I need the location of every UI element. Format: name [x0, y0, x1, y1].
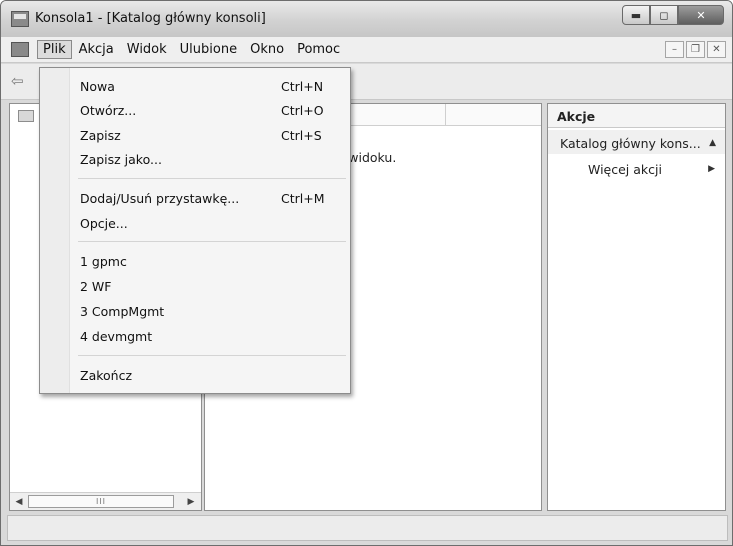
menu-item-label: Dodaj/Usuń przystawkę... [80, 191, 240, 206]
mmc-console-icon[interactable] [11, 11, 29, 27]
triangle-up-icon[interactable]: ▲ [709, 138, 716, 148]
scroll-right-icon[interactable]: ▶ [183, 494, 199, 509]
menu-item-nowa[interactable]: Nowa Ctrl+N [71, 76, 349, 98]
close-button[interactable]: ✕ [678, 5, 724, 25]
status-bar [7, 515, 728, 541]
minimize-button[interactable]: ▬ [622, 5, 650, 25]
mmc-window: Konsola1 - [Katalog główny konsoli] ▬ ◻ … [0, 0, 733, 546]
menu-separator [78, 241, 346, 242]
menu-separator [78, 355, 346, 356]
menu-widok[interactable]: Widok [121, 40, 173, 59]
actions-section-label: Katalog główny kons... [560, 136, 701, 151]
menu-item-label: Opcje... [80, 216, 128, 231]
menu-item-label: 2 WF [80, 279, 112, 294]
menu-item-shortcut: Ctrl+M [281, 191, 325, 206]
mmc-console-icon[interactable] [11, 42, 29, 57]
menu-gutter [40, 68, 70, 393]
window-title: Konsola1 - [Katalog główny konsoli] [35, 11, 266, 26]
menu-item-label: Zapisz jako... [80, 152, 162, 167]
menu-item-label: 3 CompMgmt [80, 304, 165, 319]
menu-item-zapisz-jako[interactable]: Zapisz jako... [71, 149, 349, 171]
menu-item-label: Zapisz [80, 128, 121, 143]
scroll-thumb[interactable]: III [28, 495, 174, 508]
menu-item-otworz[interactable]: Otwórz... Ctrl+O [71, 100, 349, 122]
scroll-left-icon[interactable]: ◀ [11, 494, 27, 509]
menu-ulubione[interactable]: Ulubione [174, 40, 243, 59]
menu-item-label: Otwórz... [80, 103, 137, 118]
menu-item-label: Nowa [80, 79, 115, 94]
column-divider[interactable] [445, 104, 446, 126]
folder-icon[interactable] [18, 110, 34, 122]
menu-item-shortcut: Ctrl+N [281, 79, 324, 94]
menu-item-label: 4 devmgmt [80, 329, 153, 344]
title-bar[interactable]: Konsola1 - [Katalog główny konsoli] ▬ ◻ … [1, 1, 732, 37]
menu-bar: Plik Akcja Widok Ulubione Okno Pomoc – ❐… [1, 37, 732, 63]
menu-item-opcje[interactable]: Opcje... [71, 213, 349, 235]
menu-items: Plik Akcja Widok Ulubione Okno Pomoc [37, 40, 347, 59]
menu-item-shortcut: Ctrl+O [281, 103, 324, 118]
menu-item-label: Zakończ [80, 368, 133, 383]
menu-item-zakoncz[interactable]: Zakończ [71, 365, 349, 387]
menu-separator [78, 178, 346, 179]
back-arrow-icon[interactable]: ⇦ [11, 72, 24, 90]
menu-plik[interactable]: Plik [37, 40, 72, 59]
triangle-right-icon: ▶ [708, 164, 715, 174]
mdi-minimize-button[interactable]: – [665, 41, 684, 58]
menu-item-recent-2[interactable]: 2 WF [71, 276, 349, 298]
actions-pane: Akcje Katalog główny kons... ▲ Więcej ak… [547, 103, 726, 511]
mdi-restore-button[interactable]: ❐ [686, 41, 705, 58]
mdi-buttons: – ❐ ✕ [663, 41, 726, 58]
file-menu-dropdown: Nowa Ctrl+N Otwórz... Ctrl+O Zapisz Ctrl… [39, 67, 351, 394]
menu-pomoc[interactable]: Pomoc [291, 40, 346, 59]
menu-okno[interactable]: Okno [244, 40, 290, 59]
horizontal-scrollbar[interactable]: ◀ III ▶ [10, 492, 201, 510]
caption-buttons: ▬ ◻ ✕ [622, 5, 724, 25]
actions-section-header[interactable]: Katalog główny kons... ▲ [548, 130, 725, 154]
menu-item-recent-3[interactable]: 3 CompMgmt [71, 301, 349, 323]
menu-item-label: 1 gpmc [80, 254, 127, 269]
more-actions-label: Więcej akcji [588, 162, 662, 177]
menu-item-shortcut: Ctrl+S [281, 128, 322, 143]
menu-akcja[interactable]: Akcja [73, 40, 120, 59]
maximize-button[interactable]: ◻ [650, 5, 678, 25]
menu-item-dodaj-usun[interactable]: Dodaj/Usuń przystawkę... Ctrl+M [71, 188, 349, 210]
mdi-close-button[interactable]: ✕ [707, 41, 726, 58]
menu-item-zapisz[interactable]: Zapisz Ctrl+S [71, 125, 349, 147]
more-actions-item[interactable]: Więcej akcji ▶ [548, 158, 725, 180]
actions-title: Akcje [548, 104, 725, 128]
menu-item-recent-4[interactable]: 4 devmgmt [71, 326, 349, 348]
menu-item-recent-1[interactable]: 1 gpmc [71, 251, 349, 273]
